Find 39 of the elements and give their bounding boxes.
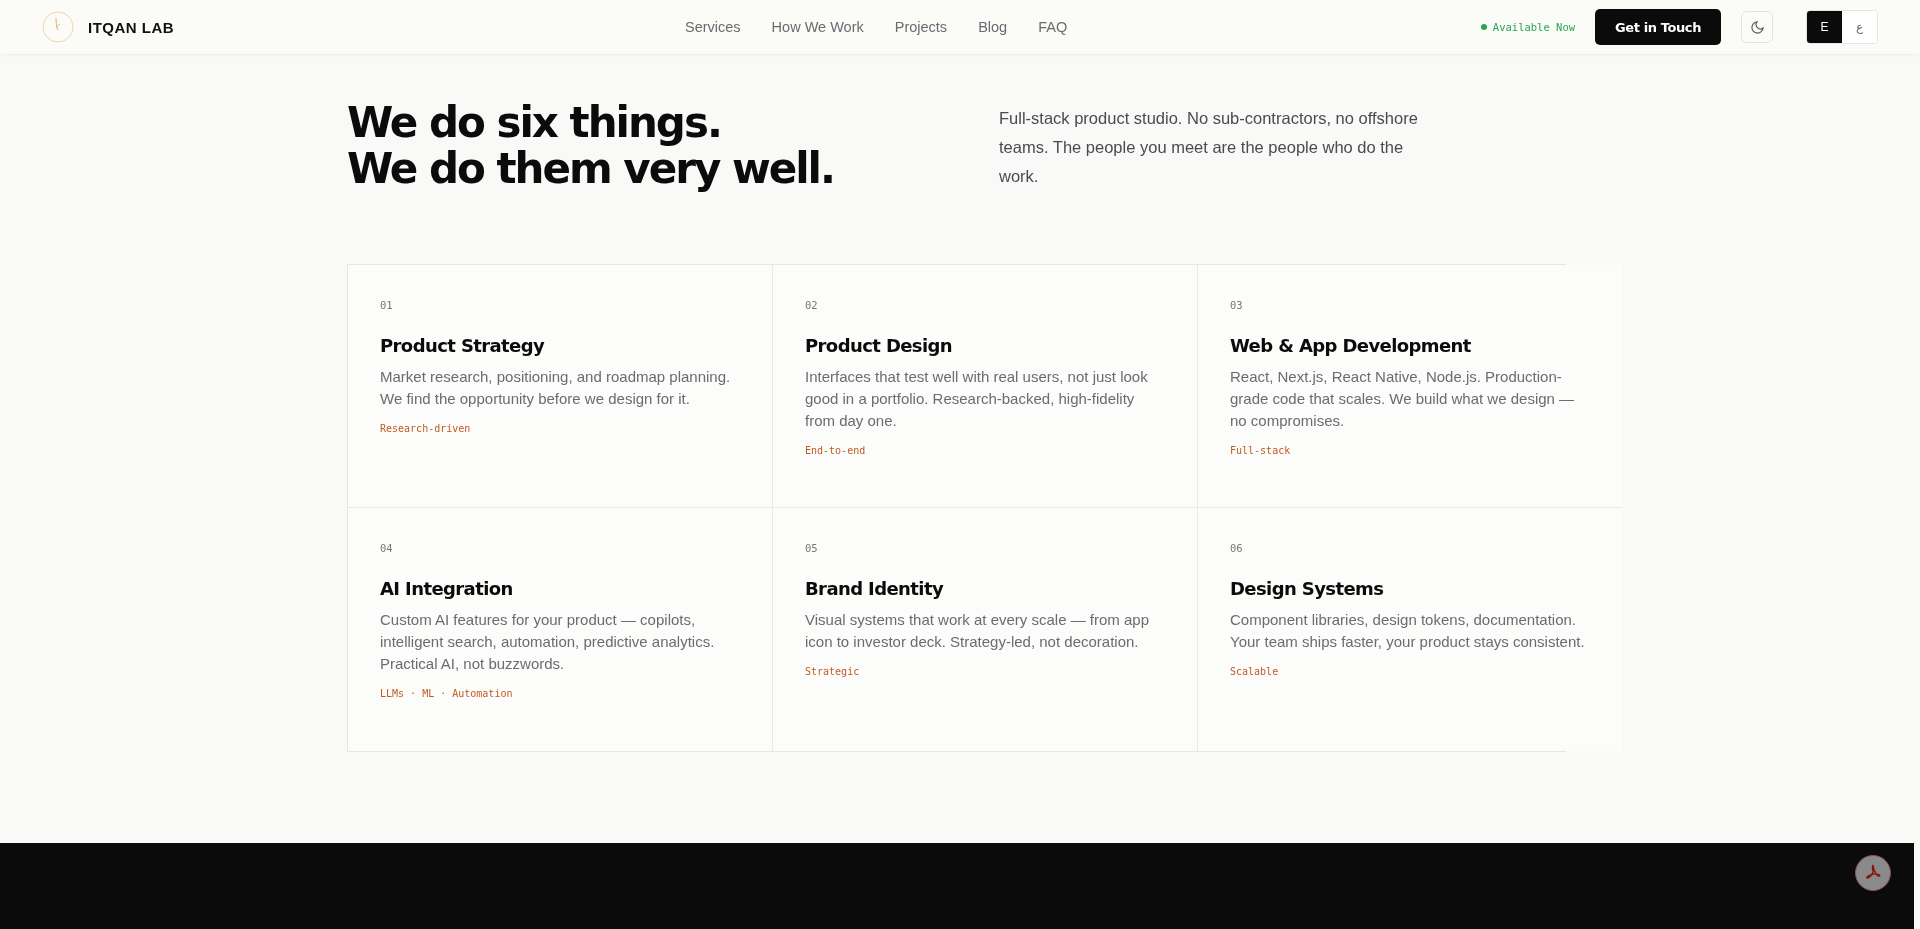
service-description: Interfaces that test well with real users, not just look good in a portfolio. Research-backed, high-fidelity from day one. xyxy=(805,367,1149,431)
service-number: 01 xyxy=(380,299,394,311)
pdf-button[interactable] xyxy=(1855,855,1891,891)
brand-name: ITQAN LAB xyxy=(88,18,175,36)
nav-link[interactable]: Blog xyxy=(978,19,1008,35)
service-title: Web & App Development xyxy=(1230,335,1472,356)
service-tag: Strategic xyxy=(805,666,1165,677)
moon-icon xyxy=(1749,19,1765,35)
nav-link[interactable]: Services xyxy=(685,19,741,35)
intro-text: Full-stack product studio. No sub-contractors, no offshore teams. The people you meet are the people who do the work. xyxy=(999,108,1419,187)
service-title: Design Systems xyxy=(1230,578,1385,599)
service-title: Product Design xyxy=(805,335,953,356)
section-heading: We do them very well. xyxy=(347,146,834,192)
theme-toggle-button[interactable] xyxy=(1741,11,1773,43)
service-tag: Full-stack xyxy=(1230,445,1590,456)
nav-link[interactable]: Projects xyxy=(894,19,948,35)
service-number: 04 xyxy=(380,542,394,554)
service-title: Brand Identity xyxy=(805,578,945,599)
service-description: Market research, positioning, and roadmap planning. We find the opportunity before we design for it. xyxy=(380,367,732,409)
service-description: Component libraries, design tokens, documentation. Your team ships faster, your product stays consistent. xyxy=(1230,610,1586,652)
nav-link[interactable]: FAQ xyxy=(1038,19,1068,35)
service-number: 06 xyxy=(1230,542,1244,554)
service-title: AI Integration xyxy=(380,578,514,599)
service-title: Product Strategy xyxy=(380,335,546,356)
contact-button[interactable]: Get in Touch xyxy=(1595,9,1721,45)
nav-link[interactable]: How We Work xyxy=(771,19,864,35)
service-description: Visual systems that work at every scale — from app icon to investor deck. Strategy-led, not decoration. xyxy=(805,610,1151,652)
service-number: 05 xyxy=(805,542,819,554)
service-number: 02 xyxy=(805,299,819,311)
section-heading: We do six things. xyxy=(347,100,722,146)
service-tag: LLMs · ML · Automation xyxy=(380,688,740,699)
service-description: Custom AI features for your product — copilots, intelligent search, automation, predictive analytics. Practical AI, not buzzwords. xyxy=(380,610,716,674)
service-tag: Research-driven xyxy=(380,423,740,434)
language-button[interactable]: E xyxy=(1807,11,1842,43)
service-description: React, Next.js, React Native, Node.js. Production-grade code that scales. We build what we design — no compromises. xyxy=(1230,367,1576,431)
service-tag: End-to-end xyxy=(805,445,1165,456)
availability-status: Available Now xyxy=(1480,21,1576,33)
service-number: 03 xyxy=(1230,299,1244,311)
service-tag: Scalable xyxy=(1230,666,1590,677)
